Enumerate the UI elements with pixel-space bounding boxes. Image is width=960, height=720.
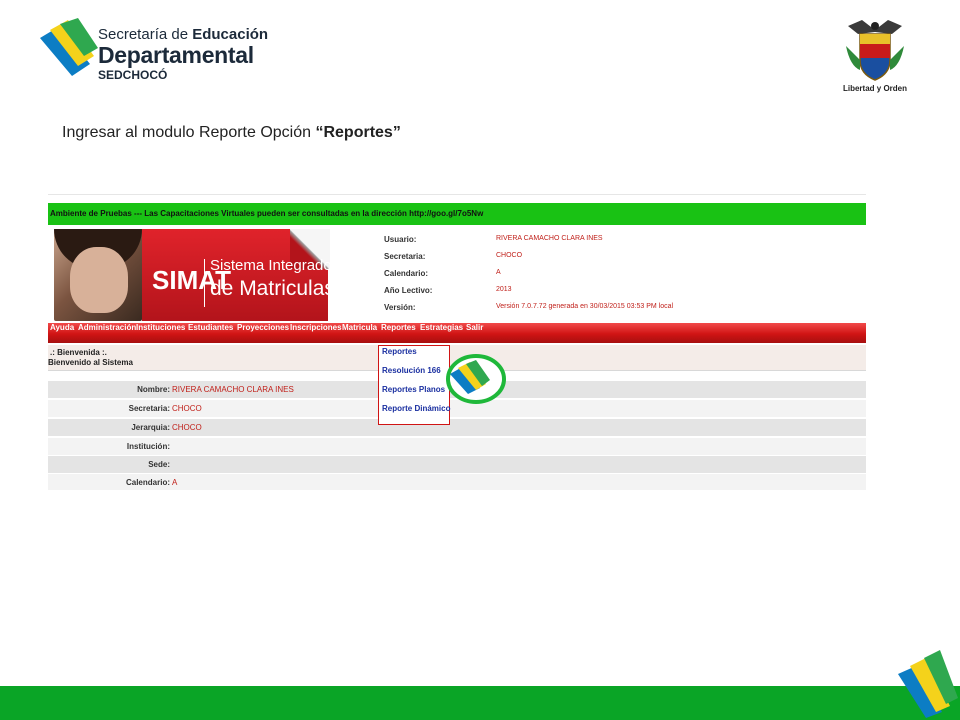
menu-item-instituciones[interactable]: Instituciones <box>136 323 185 343</box>
main-menu-bar: Ayuda Administración Instituciones Estud… <box>48 323 866 343</box>
menu-item-proyecciones[interactable]: Proyecciones <box>237 323 289 343</box>
logo-text-line1: Secretaría de Educación <box>98 26 269 43</box>
info-row-jerarquia: Jerarquia: CHOCO <box>48 419 866 436</box>
coat-of-arms-icon <box>846 20 904 81</box>
student-photo <box>54 229 142 321</box>
corner-stripes-icon <box>898 650 958 718</box>
corner-logo <box>896 648 960 720</box>
simat-screenshot: Ambiente de Pruebas --- Las Capacitacion… <box>48 194 866 490</box>
logo-text-line2: Departamental <box>98 42 254 68</box>
dropdown-item-resolucion-166[interactable]: Resolución 166 <box>382 366 441 385</box>
sedchoco-logo: Secretaría de Educación Departamental SE… <box>38 18 278 88</box>
menu-item-estudiantes[interactable]: Estudiantes <box>188 323 233 343</box>
welcome-title: .: Bienvenida :. <box>50 348 107 357</box>
menu-item-salir[interactable]: Salir <box>466 323 483 343</box>
info-row-institucion: Institución: <box>48 438 866 455</box>
simat-banner: SIMAT Sistema Integrado de Matriculas <box>142 229 335 321</box>
menu-item-inscripciones[interactable]: Inscripciones <box>290 323 342 343</box>
coat-of-arms: Libertad y Orden <box>842 16 908 100</box>
menu-item-matricula[interactable]: Matricula <box>342 323 377 343</box>
dropdown-item-reportes-planos[interactable]: Reportes Planos <box>382 385 445 404</box>
stripes-logo-icon <box>40 18 98 76</box>
menu-item-ayuda[interactable]: Ayuda <box>50 323 74 343</box>
menu-item-reportes[interactable]: Reportes <box>381 323 416 343</box>
test-environment-notice: Ambiente de Pruebas --- Las Capacitacion… <box>48 203 866 225</box>
banner-title-line2: de Matriculas <box>210 277 335 300</box>
crest-caption: Libertad y Orden <box>842 84 907 93</box>
dropdown-item-reportes[interactable]: Reportes <box>382 347 417 366</box>
pointer-badge-icon <box>446 354 506 404</box>
reportes-dropdown: Reportes Resolución 166 Reportes Planos … <box>378 345 450 425</box>
instruction-text: Ingresar al modulo Reporte Opción “Repor… <box>62 124 401 141</box>
menu-item-administracion[interactable]: Administración <box>78 323 136 343</box>
info-row-calendario: Calendario: A <box>48 474 866 490</box>
banner-title-line1: Sistema Integrado <box>210 257 332 274</box>
menu-item-estrategias[interactable]: Estrategias <box>420 323 463 343</box>
welcome-subtitle: Bienvenido al Sistema <box>48 358 133 367</box>
footer-bar <box>0 686 960 720</box>
dropdown-item-reporte-dinamico[interactable]: Reporte Dinámico <box>382 404 450 423</box>
info-row-sede: Sede: <box>48 456 866 473</box>
logo-text-line3: SEDCHOCÓ <box>98 68 168 82</box>
pointer-badge <box>444 352 506 406</box>
